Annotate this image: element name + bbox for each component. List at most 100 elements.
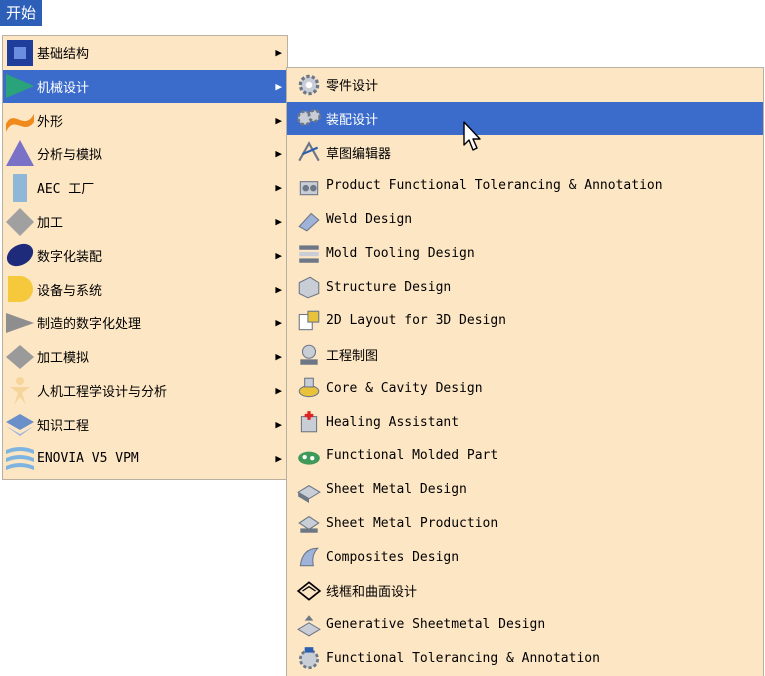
sketcher-icon bbox=[292, 137, 326, 167]
submenu-arrow-icon: ▶ bbox=[275, 384, 282, 397]
main-menu-item[interactable]: 制造的数字化处理 ▶ bbox=[3, 306, 287, 339]
drafting-icon bbox=[292, 340, 326, 370]
functional-molded-part-icon bbox=[292, 441, 326, 471]
main-menu-item[interactable]: 外形 ▶ bbox=[3, 104, 287, 137]
shape-icon bbox=[3, 105, 37, 136]
submenu-item[interactable]: Sheet Metal Production bbox=[287, 507, 763, 540]
submenu-item-label: Functional Tolerancing & Annotation bbox=[326, 650, 600, 666]
submenu-arrow-icon: ▶ bbox=[275, 417, 282, 431]
submenu-arrow-icon: ▶ bbox=[275, 282, 282, 296]
submenu-item[interactable]: Weld Design bbox=[287, 203, 763, 236]
submenu-item-label: 装配设计 bbox=[326, 112, 379, 128]
submenu-item-label: 草图编辑器 bbox=[326, 146, 392, 162]
submenu-item-label: Mold Tooling Design bbox=[326, 245, 475, 261]
functional-tolerancing-icon bbox=[292, 643, 326, 673]
main-menu-item[interactable]: 设备与系统 ▶ bbox=[3, 273, 287, 306]
submenu-item[interactable]: Core & Cavity Design bbox=[287, 372, 763, 405]
submenu-item[interactable]: Composites Design bbox=[287, 541, 763, 574]
equipment-icon bbox=[3, 274, 37, 305]
submenu-item-label: Generative Sheetmetal Design bbox=[326, 617, 546, 632]
machining-simulation-icon bbox=[3, 341, 37, 372]
knowledgeware-icon bbox=[3, 409, 37, 440]
machining-icon bbox=[3, 206, 37, 237]
product-tolerancing-icon bbox=[292, 171, 326, 201]
start-button[interactable]: 开始 bbox=[0, 0, 43, 26]
main-menu-item[interactable]: 数字化装配 ▶ bbox=[3, 239, 287, 272]
submenu-item-label: Sheet Metal Design bbox=[326, 482, 467, 497]
submenu-arrow-icon: ▶ bbox=[275, 46, 282, 59]
structure-design-icon bbox=[292, 272, 326, 302]
submenu-arrow-icon: ▶ bbox=[275, 147, 282, 161]
submenu-item[interactable]: 工程制图 bbox=[287, 338, 763, 371]
submenu-item[interactable]: Functional Molded Part bbox=[287, 439, 763, 472]
submenu-item[interactable]: Functional Tolerancing & Annotation bbox=[287, 642, 763, 675]
submenu-item[interactable]: 草图编辑器 bbox=[287, 136, 763, 169]
submenu-arrow-icon: ▶ bbox=[275, 79, 282, 93]
main-menu-item[interactable]: 知识工程 ▶ bbox=[3, 408, 287, 441]
submenu-item[interactable]: 2D Layout for 3D Design bbox=[287, 304, 763, 337]
main-menu-item-label: 知识工程 bbox=[37, 418, 90, 434]
main-menu-item[interactable]: 基础结构 ▶ bbox=[3, 36, 287, 69]
submenu-item[interactable]: Structure Design bbox=[287, 271, 763, 304]
generative-sheetmetal-icon bbox=[292, 610, 326, 640]
2d-layout-icon bbox=[292, 306, 326, 336]
aec-plant-icon bbox=[3, 172, 37, 203]
submenu-item-label: Product Functional Tolerancing & Annotat… bbox=[326, 178, 663, 194]
submenu-item-label: Sheet Metal Production bbox=[326, 515, 499, 531]
assembly-design-icon bbox=[292, 103, 326, 133]
submenu-item[interactable]: Sheet Metal Design bbox=[287, 473, 763, 506]
main-menu-item[interactable]: AEC 工厂 ▶ bbox=[3, 171, 287, 204]
submenu-item[interactable]: 零件设计 bbox=[287, 68, 763, 101]
main-menu-item-label: 加工模拟 bbox=[37, 351, 90, 367]
sheet-metal-production-icon bbox=[292, 508, 326, 538]
mechanical-design-submenu: 零件设计装配设计草图编辑器 Product Functional Toleranc… bbox=[286, 67, 764, 676]
submenu-arrow-icon: ▶ bbox=[275, 248, 282, 262]
mold-tooling-icon bbox=[292, 238, 326, 268]
core-cavity-icon bbox=[292, 373, 326, 403]
submenu-item[interactable]: Mold Tooling Design bbox=[287, 237, 763, 270]
analysis-icon bbox=[3, 138, 37, 169]
main-menu-item[interactable]: 加工模拟 ▶ bbox=[3, 340, 287, 373]
main-menu-item-label: 设备与系统 bbox=[37, 283, 103, 299]
submenu-item-label: 工程制图 bbox=[326, 349, 379, 364]
submenu-item-label: Structure Design bbox=[326, 279, 452, 295]
digital-mockup-icon bbox=[3, 240, 37, 271]
submenu-arrow-icon: ▶ bbox=[275, 215, 282, 228]
sheet-metal-design-icon bbox=[292, 475, 326, 505]
submenu-item[interactable]: Healing Assistant bbox=[287, 406, 763, 439]
main-menu-item[interactable]: 机械设计 ▶ bbox=[3, 69, 287, 103]
main-menu-item-label: AEC 工厂 bbox=[37, 182, 95, 198]
main-menu-item[interactable]: 加工 ▶ bbox=[3, 205, 287, 238]
submenu-arrow-icon: ▶ bbox=[275, 350, 282, 364]
main-menu-item-label: 制造的数字化处理 bbox=[37, 317, 142, 333]
submenu-item[interactable]: 线框和曲面设计 bbox=[287, 574, 763, 607]
submenu-item[interactable]: Product Functional Tolerancing & Annotat… bbox=[287, 169, 763, 202]
submenu-item-label: Composites Design bbox=[326, 549, 460, 565]
main-menu-item-label: ENOVIA V5 VPM bbox=[37, 450, 139, 466]
weld-design-icon bbox=[292, 205, 326, 235]
submenu-item[interactable]: Generative Sheetmetal Design bbox=[287, 608, 763, 641]
part-design-icon bbox=[292, 70, 326, 100]
submenu-item-label: Core & Cavity Design bbox=[326, 380, 483, 396]
healing-assistant-icon bbox=[292, 407, 326, 437]
main-menu-item-label: 基础结构 bbox=[37, 47, 90, 62]
main-menu-item[interactable]: ENOVIA V5 VPM ▶ bbox=[3, 442, 287, 475]
main-menu-item-label: 机械设计 bbox=[37, 80, 90, 96]
wireframe-surface-icon bbox=[292, 576, 326, 606]
submenu-item-label: Functional Molded Part bbox=[326, 448, 499, 464]
main-menu-item[interactable]: 分析与模拟 ▶ bbox=[3, 137, 287, 170]
main-menu-item-label: 外形 bbox=[37, 114, 64, 130]
submenu-arrow-icon: ▶ bbox=[275, 451, 282, 465]
submenu-item-label: Weld Design bbox=[326, 212, 413, 227]
mechanical-design-icon bbox=[3, 71, 37, 102]
ergonomics-icon bbox=[3, 375, 37, 406]
submenu-item-label: Healing Assistant bbox=[326, 414, 460, 430]
submenu-item[interactable]: 装配设计 bbox=[287, 101, 763, 135]
main-menu-item[interactable]: 人机工程学设计与分析 ▶ bbox=[3, 374, 287, 407]
infrastructure-icon bbox=[3, 37, 37, 68]
composites-design-icon bbox=[292, 542, 326, 572]
submenu-item-label: 零件设计 bbox=[326, 79, 379, 94]
mouse-cursor-icon bbox=[463, 121, 481, 151]
enovia-icon bbox=[3, 443, 37, 474]
submenu-arrow-icon: ▶ bbox=[275, 181, 282, 195]
